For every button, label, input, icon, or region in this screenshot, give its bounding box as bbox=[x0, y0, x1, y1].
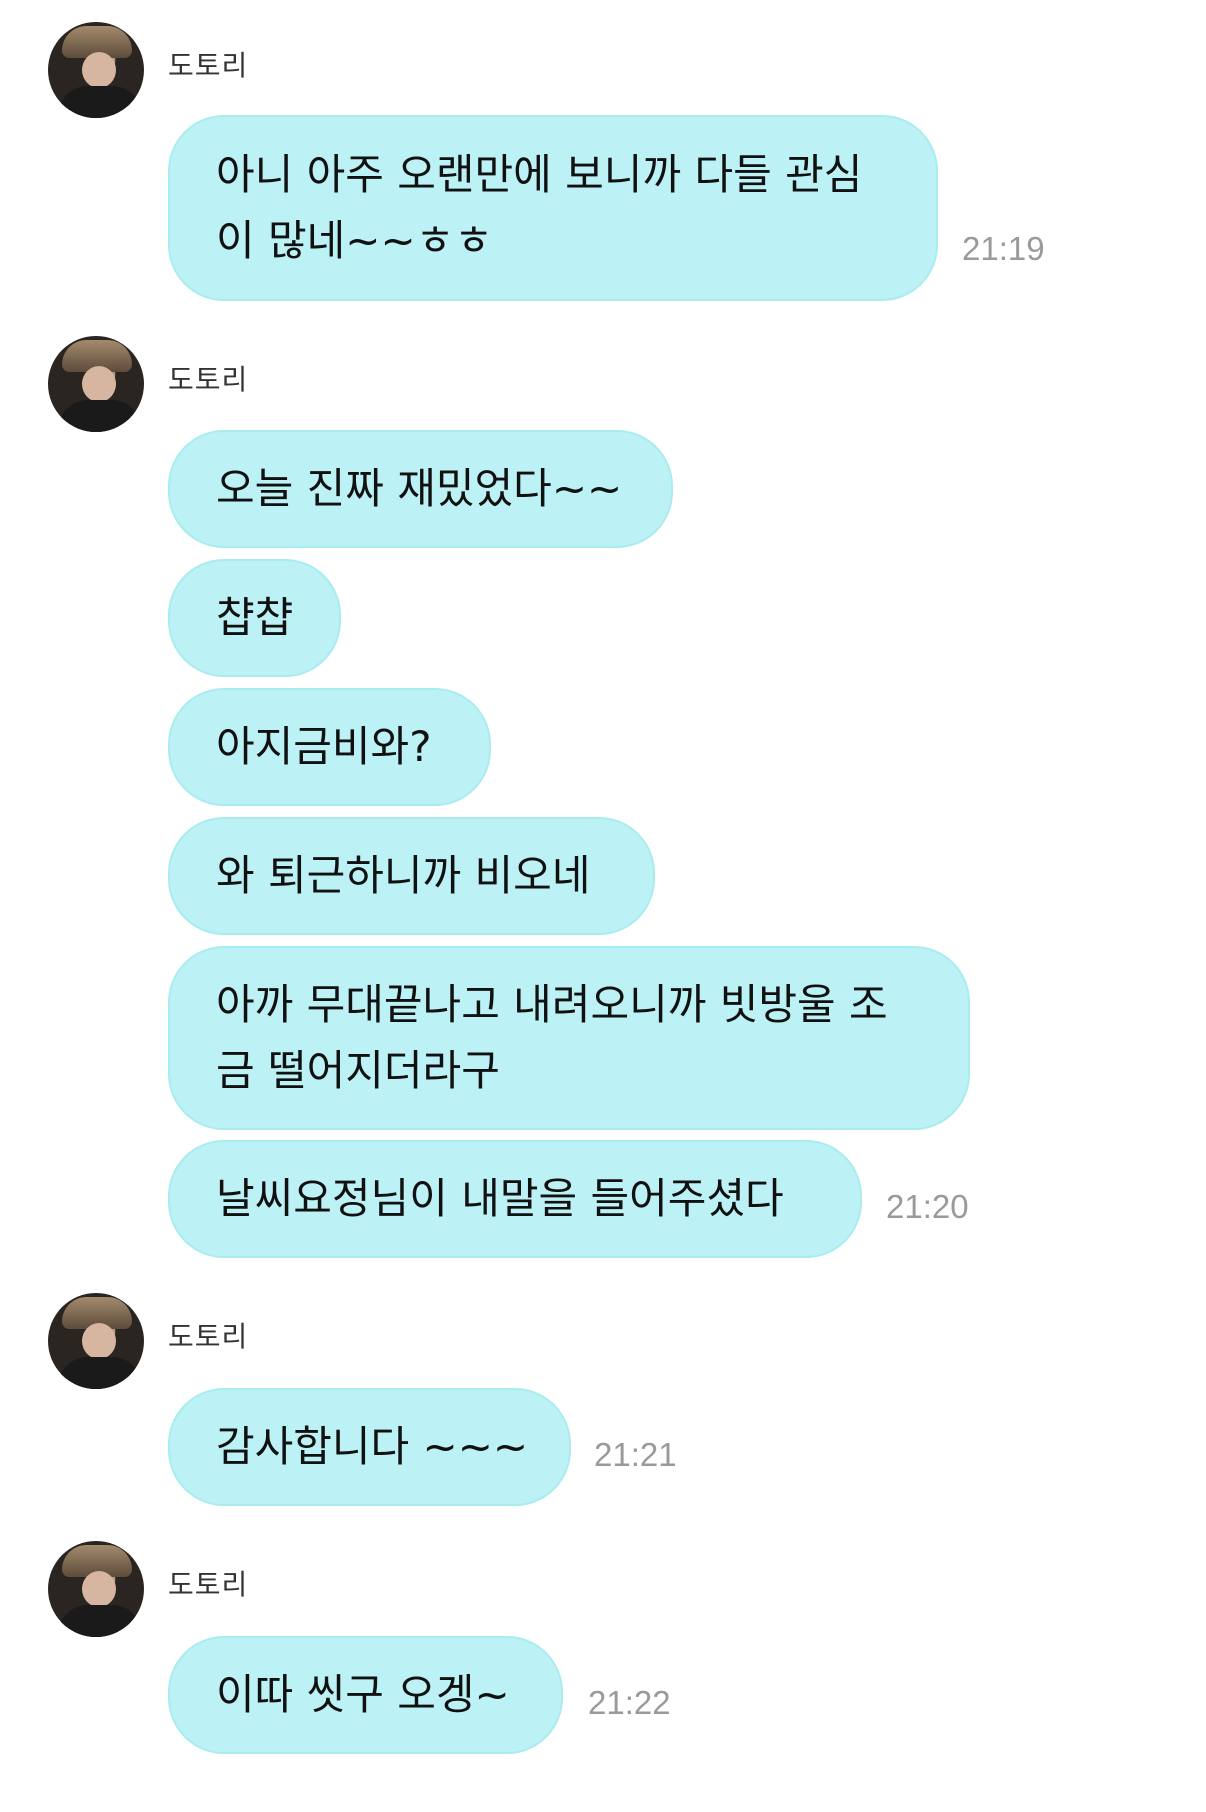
sender-avatar[interactable] bbox=[48, 336, 144, 432]
message-bubble[interactable]: 감사합니다 ~~~ bbox=[168, 1388, 571, 1506]
message-time: 21:20 bbox=[886, 1188, 969, 1225]
sender-name: 도토리 bbox=[168, 363, 249, 396]
sender-name: 도토리 bbox=[168, 1568, 249, 1601]
sender-avatar[interactable] bbox=[48, 1541, 144, 1637]
message-bubble[interactable]: 오늘 진짜 재밌었다~~ bbox=[168, 430, 673, 548]
message-time: 21:22 bbox=[588, 1684, 671, 1721]
message-bubble[interactable]: 이따 씻구 오겡~ bbox=[168, 1636, 563, 1754]
message-bubble[interactable]: 와 퇴근하니까 비오네 bbox=[168, 817, 655, 935]
message-bubble[interactable]: 아니 아주 오랜만에 보니까 다들 관심이 많네~~ㅎㅎ bbox=[168, 115, 938, 301]
message-bubble[interactable]: 아지금비와? bbox=[168, 688, 491, 806]
message-bubble[interactable]: 날씨요정님이 내말을 들어주셨다 bbox=[168, 1140, 862, 1258]
sender-name: 도토리 bbox=[168, 49, 249, 82]
sender-name: 도토리 bbox=[168, 1320, 249, 1353]
message-bubble[interactable]: 챱챱 bbox=[168, 559, 341, 677]
sender-avatar[interactable] bbox=[48, 1293, 144, 1389]
sender-avatar[interactable] bbox=[48, 22, 144, 118]
message-bubble[interactable]: 아까 무대끝나고 내려오니까 빗방울 조금 떨어지더라구 bbox=[168, 946, 970, 1130]
message-time: 21:21 bbox=[594, 1436, 677, 1473]
message-time: 21:19 bbox=[962, 230, 1045, 267]
